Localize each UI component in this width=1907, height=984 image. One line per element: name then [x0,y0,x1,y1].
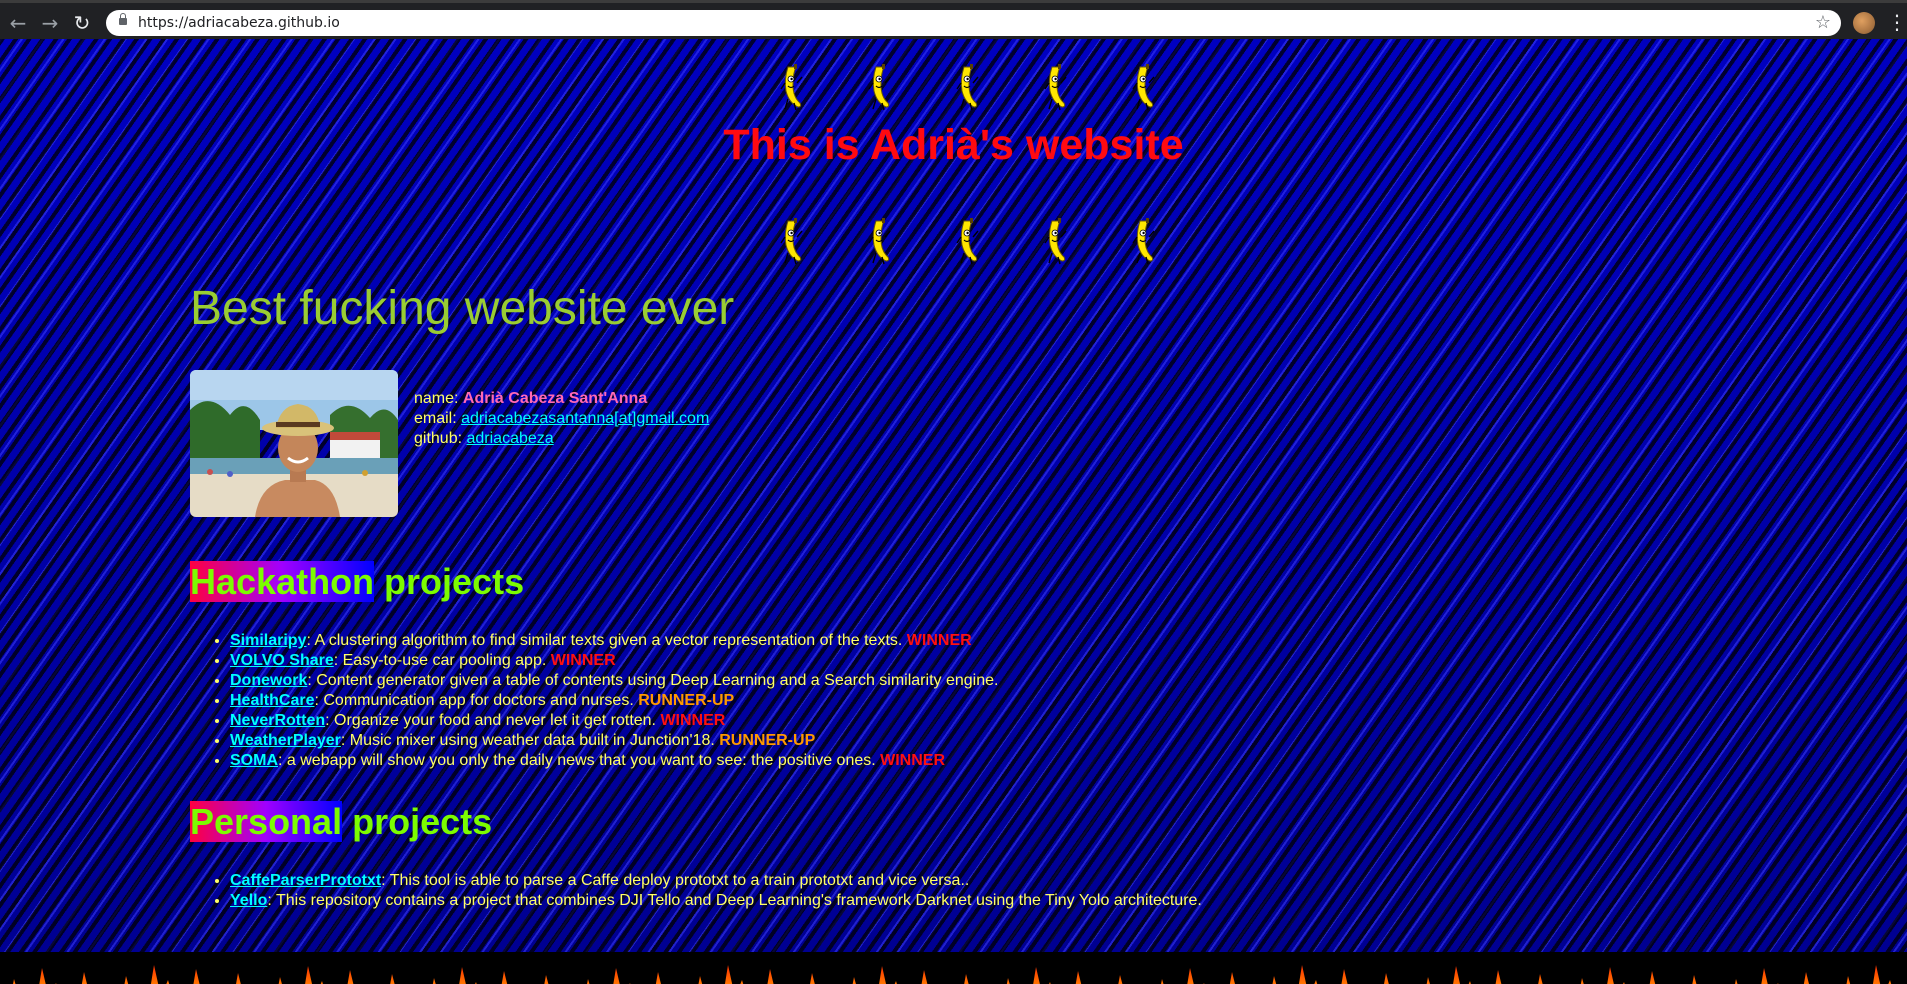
reload-icon[interactable]: ↻ [70,11,94,35]
award-badge: WINNER [660,712,726,729]
project-link[interactable]: CaffeParserPrototxt [230,872,381,889]
email-link[interactable]: adriacabezasantanna[at]gmail.com [461,410,709,427]
list-item: CaffeParserPrototxt: This tool is able t… [230,871,1202,891]
forward-arrow-icon[interactable]: → [38,11,62,35]
project-link[interactable]: SOMA [230,752,278,769]
dancing-banana-icon [956,63,982,111]
hackathon-title-highlight: Hackathon [190,561,375,602]
site-title: This is Adrià's website [723,121,1184,169]
dancing-bananas-bottom [780,217,1170,269]
hackathon-project-list: Similaripy: A clustering algorithm to fi… [208,631,998,771]
project-description: : Organize your food and never let it ge… [325,712,661,729]
address-bar[interactable]: https://adriacabeza.github.io ☆ [106,10,1841,36]
dancing-bananas-top [780,63,1170,115]
list-item: Similaripy: A clustering algorithm to fi… [230,631,998,651]
profile-photo-image [190,370,398,517]
project-link[interactable]: Similaripy [230,632,306,649]
project-link[interactable]: Donework [230,672,307,689]
list-item: NeverRotten: Organize your food and neve… [230,711,998,731]
lock-icon [119,13,127,25]
award-badge: RUNNER-UP [719,732,816,749]
personal-project-list: CaffeParserPrototxt: This tool is able t… [208,871,1202,911]
award-badge: RUNNER-UP [638,692,735,709]
project-link[interactable]: VOLVO Share [230,652,334,669]
github-row: github: adriacabeza [414,429,709,449]
dancing-banana-icon [1044,63,1070,111]
dancing-banana-icon [956,217,982,265]
project-description: : a webapp will show you only the daily … [278,752,881,769]
personal-section-title: Personal projects [190,801,492,843]
dancing-banana-icon [1132,217,1158,265]
list-item: WeatherPlayer: Music mixer using weather… [230,731,998,751]
project-description: : Music mixer using weather data built i… [340,732,720,749]
back-arrow-icon[interactable]: ← [6,11,30,35]
fire-image [13,965,1892,984]
profile-photo [190,370,398,517]
page-content: This is Adrià's website Best fucking web… [0,39,1907,984]
url-text[interactable]: https://adriacabeza.github.io [138,14,340,32]
list-item: Donework: Content generator given a tabl… [230,671,998,691]
project-link[interactable]: HealthCare [230,692,314,709]
menu-icon[interactable]: ⋮ [1887,9,1907,35]
name-label: name: [414,390,463,407]
list-item: HealthCare: Communication app for doctor… [230,691,998,711]
email-row: email: adriacabezasantanna[at]gmail.com [414,409,709,429]
profile-info: name: Adrià Cabeza Sant'Anna email: adri… [414,389,709,449]
headline: Best fucking website ever [190,282,735,335]
hackathon-section-title: Hackathon projects [190,561,524,603]
fire-animation-footer [0,952,1907,984]
name-row: name: Adrià Cabeza Sant'Anna [414,389,709,409]
project-link[interactable]: NeverRotten [230,712,325,729]
email-label: email: [414,410,462,427]
list-item: SOMA: a webapp will show you only the da… [230,751,998,771]
dancing-banana-icon [1132,63,1158,111]
dancing-banana-icon [1044,217,1070,265]
award-badge: WINNER [550,652,616,669]
dancing-banana-icon [868,63,894,111]
project-description: : A clustering algorithm to find similar… [306,632,907,649]
project-link[interactable]: Yello [230,892,267,909]
project-description: : Communication app for doctors and nurs… [314,692,639,709]
project-description: : Easy-to-use car pooling app. [333,652,551,669]
award-badge: WINNER [906,632,972,649]
name-value: Adrià Cabeza Sant'Anna [462,390,648,407]
hackathon-title-rest: projects [374,561,525,602]
project-description: : This tool is able to parse a Caffe dep… [381,872,970,889]
dancing-banana-icon [868,217,894,265]
project-link[interactable]: WeatherPlayer [230,732,341,749]
github-label: github: [414,430,467,447]
dancing-banana-icon [780,217,806,265]
personal-title-highlight: Personal [190,801,343,842]
list-item: VOLVO Share: Easy-to-use car pooling app… [230,651,998,671]
dancing-banana-icon [780,63,806,111]
browser-toolbar: ← → ↻ https://adriacabeza.github.io ☆ ⋮ [0,0,1907,39]
award-badge: WINNER [880,752,946,769]
project-description: : This repository contains a project tha… [267,892,1202,909]
bookmark-star-icon[interactable]: ☆ [1815,12,1831,34]
personal-title-rest: projects [342,801,493,842]
project-description: : Content generator given a table of con… [307,672,999,689]
github-link[interactable]: adriacabeza [466,430,553,447]
list-item: Yello: This repository contains a projec… [230,891,1202,911]
profile-avatar[interactable] [1853,12,1875,34]
